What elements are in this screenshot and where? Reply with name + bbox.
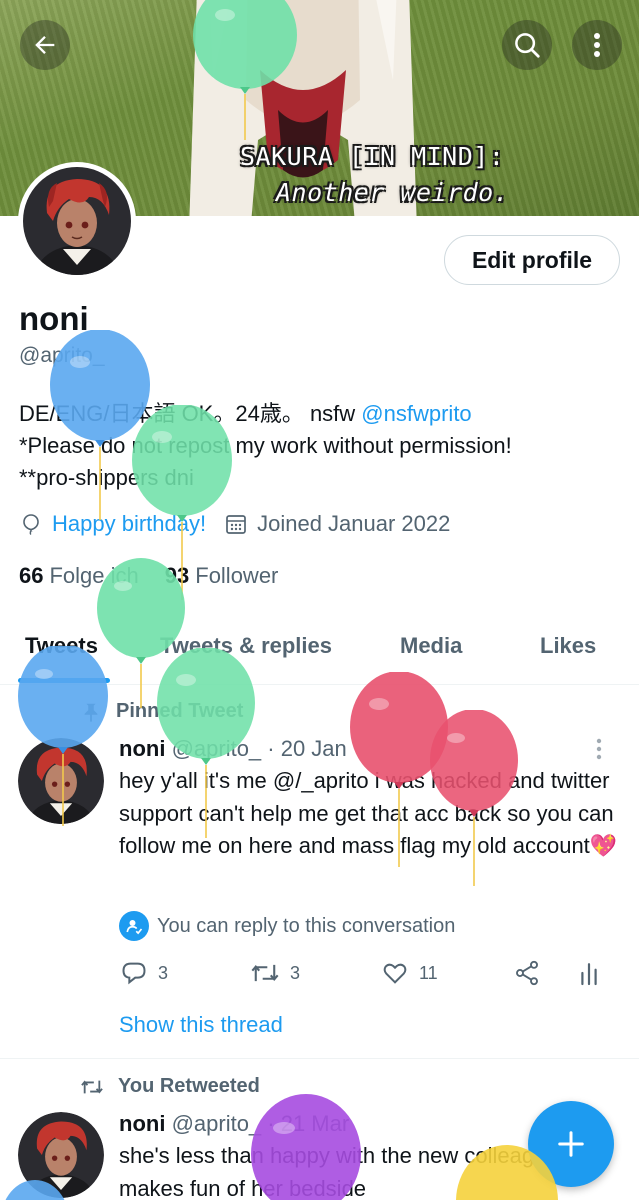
bio-line-2: *Please do not repost my work without pe… — [19, 433, 512, 458]
bio-mention-link[interactable]: @nsfwprito — [361, 401, 471, 426]
reply-count: 3 — [158, 962, 169, 983]
tab-tweets-replies[interactable]: Tweets & replies — [160, 633, 332, 659]
active-tab-indicator — [18, 678, 110, 683]
plus-icon — [558, 1131, 584, 1157]
followers-label: Follower — [195, 563, 279, 588]
analytics-icon — [581, 963, 597, 986]
tweet-author-name[interactable]: noni — [119, 1111, 165, 1136]
profile-handle: @aprito_ — [19, 344, 105, 367]
pinned-tweet-label: Pinned Tweet — [80, 700, 243, 723]
tab-tweets[interactable]: Tweets — [25, 633, 98, 659]
profile-bio: DE/ENG/日本語 OK。24歳。 nsfw @nsfwprito *Plea… — [19, 398, 619, 494]
arrow-left-icon — [35, 36, 55, 54]
profile-tabs: Tweets Tweets & replies Media Likes — [0, 615, 639, 685]
reply-icon — [122, 962, 146, 985]
tweet-author-name[interactable]: noni — [119, 736, 165, 761]
tweet-handle-date[interactable]: @aprito_ · 20 Jan — [172, 736, 347, 761]
compose-tweet-button[interactable] — [528, 1101, 614, 1187]
more-vertical-icon — [594, 33, 600, 57]
search-button[interactable] — [502, 20, 552, 70]
retweet-icon — [251, 964, 279, 982]
calendar-icon — [226, 515, 246, 534]
avatar-illustration — [18, 738, 104, 824]
tab-media[interactable]: Media — [400, 633, 462, 659]
reply-permission-note: You can reply to this conversation — [119, 911, 455, 941]
tweet-avatar[interactable] — [18, 1112, 104, 1198]
retweet-button[interactable]: 3 — [250, 959, 300, 987]
follow-stats: 66 Folge ich 93 Follower — [19, 563, 278, 589]
joined-date: Joined Januar 2022 — [257, 511, 451, 536]
profile-meta: Happy birthday! Joined Januar 2022 — [19, 511, 450, 537]
tweet-text: hey y'all it's me @/_aprito i was hacked… — [119, 768, 618, 858]
balloon-icon — [23, 514, 39, 535]
following-link[interactable]: 66 Folge ich — [19, 563, 139, 589]
bio-line-1-text: DE/ENG/日本語 OK。24歳。 nsfw — [19, 401, 362, 426]
tweet-header: noni @aprito_ · 20 Jan — [119, 736, 347, 762]
birthday-link[interactable]: Happy birthday! — [52, 511, 206, 537]
bio-line-1: DE/ENG/日本語 OK。24歳。 nsfw @nsfwprito — [19, 398, 619, 430]
profile-avatar[interactable] — [18, 162, 136, 280]
share-button[interactable] — [513, 959, 541, 987]
heart-icon — [383, 963, 407, 984]
profile-display-name: noni — [19, 300, 89, 337]
reply-permission-icon — [119, 911, 149, 941]
edit-profile-button[interactable]: Edit profile — [444, 235, 620, 285]
following-label: Folge ich — [49, 563, 139, 588]
followers-count: 93 — [164, 563, 190, 588]
more-options-button[interactable] — [572, 20, 622, 70]
reply-button[interactable]: 3 — [120, 959, 168, 987]
reply-permission-text: You can reply to this conversation — [157, 914, 456, 937]
share-icon — [516, 960, 538, 986]
tweet-actions: 3 3 11 — [0, 957, 639, 991]
bio-line-3: **pro-shippers dni — [19, 465, 194, 490]
retweet-context: You Retweeted — [80, 1075, 260, 1098]
avatar-illustration — [23, 167, 131, 275]
tweet-avatar[interactable] — [18, 738, 104, 824]
avatar-illustration — [18, 1112, 104, 1198]
search-icon — [515, 33, 540, 58]
back-button[interactable] — [20, 20, 70, 70]
like-count: 11 — [419, 962, 438, 983]
banner-subtitle-line2: Another weirdo. — [276, 178, 510, 207]
retweet-context-label: You Retweeted — [118, 1075, 260, 1097]
like-button[interactable]: 11 — [381, 959, 438, 987]
retweet-icon — [81, 1080, 103, 1093]
tweet-more-icon[interactable] — [596, 738, 602, 760]
pin-icon — [84, 703, 98, 722]
show-thread-link[interactable]: Show this thread — [119, 1012, 283, 1038]
following-count: 66 — [19, 563, 44, 588]
pinned-label: Pinned Tweet — [116, 700, 244, 722]
tweet-handle-date[interactable]: @aprito_ · 21 Mar — [172, 1111, 350, 1136]
retweet-count: 3 — [290, 962, 301, 983]
tweet-divider — [0, 1058, 639, 1059]
followers-link[interactable]: 93 Follower — [165, 563, 279, 589]
banner-subtitle-line1: SAKURA [IN MIND]: — [240, 142, 505, 171]
analytics-button[interactable] — [578, 959, 600, 987]
tab-likes[interactable]: Likes — [540, 633, 596, 659]
tweet-header: noni @aprito_ · 21 Mar — [119, 1111, 349, 1137]
